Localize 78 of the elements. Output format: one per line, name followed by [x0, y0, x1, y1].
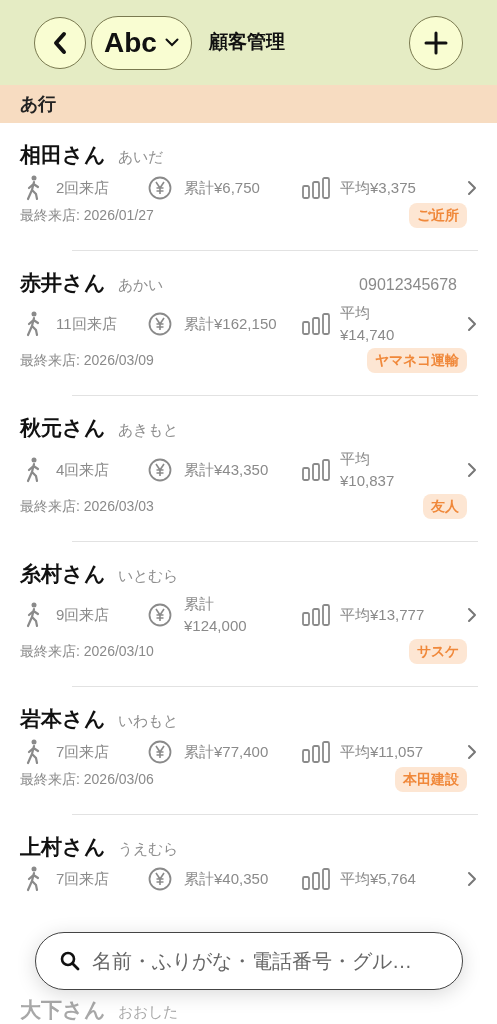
customer-name: 赤井さん	[20, 269, 106, 296]
visit-count: 11回来店	[56, 314, 118, 334]
customer-kana: あかい	[118, 274, 163, 295]
total-spent: 累計¥40,350	[184, 869, 270, 889]
bar-chart-icon	[302, 740, 330, 763]
total-spent: 累計¥77,400	[184, 741, 270, 762]
last-visit-date: 最終来店: 2026/03/03	[20, 496, 154, 516]
visit-count: 2回来店	[56, 177, 111, 198]
yen-icon	[148, 312, 172, 336]
average-spent: 平均¥11,057	[340, 741, 425, 762]
customer-name: 秋元さん	[20, 415, 106, 441]
last-visit-date: 最終来店: 2026/03/10	[20, 642, 154, 661]
chevron-right-icon	[467, 871, 477, 887]
bar-chart-icon	[302, 176, 330, 199]
customer-kana: あいだ	[118, 147, 163, 167]
bar-chart-icon	[302, 458, 330, 481]
walking-person-icon	[26, 174, 42, 201]
walking-person-icon	[26, 866, 42, 892]
last-visit-date: 最終来店: 2026/03/06	[20, 769, 154, 789]
add-button[interactable]	[409, 15, 463, 70]
walking-person-icon	[26, 456, 42, 483]
plus-icon	[424, 30, 448, 55]
group-tag: ご近所	[409, 202, 467, 228]
last-visit-date: 最終来店: 2026/01/27	[20, 205, 154, 225]
visit-count: 7回来店	[56, 869, 111, 889]
search-field[interactable]: 名前・ふりがな・電話番号・グル…	[35, 932, 463, 990]
section-title: あ行	[20, 92, 56, 116]
search-icon	[60, 951, 80, 971]
total-spent: 累計 ¥124,000	[184, 594, 248, 636]
chevron-right-icon	[467, 179, 477, 196]
walking-person-icon	[26, 602, 42, 628]
group-tag: サスケ	[409, 639, 467, 664]
group-tag: 本田建設	[395, 766, 467, 792]
average-spent: 平均¥5,764	[340, 869, 417, 889]
page-title: 顧客管理	[208, 30, 285, 55]
chevron-right-icon	[467, 461, 477, 478]
average-spent: 平均 ¥10,837	[340, 448, 396, 491]
customer-name: 相田さん	[20, 142, 106, 168]
yen-icon	[148, 867, 172, 891]
phone-number: 09012345678	[359, 274, 458, 295]
back-chevron-icon	[52, 30, 68, 55]
customer-kana: うえむら	[118, 838, 178, 859]
chevron-right-icon	[467, 316, 477, 332]
bar-chart-icon	[302, 604, 330, 626]
chevron-right-icon	[467, 743, 477, 760]
sort-menu-button[interactable]: Abc	[91, 15, 192, 70]
visit-count: 9回来店	[56, 605, 111, 625]
last-visit-date: 最終来店: 2026/03/09	[20, 351, 154, 370]
total-spent: 累計¥6,750	[184, 177, 261, 198]
customer-name: 大下さん	[20, 997, 106, 1023]
search-input[interactable]: 名前・ふりがな・電話番号・グル…	[92, 946, 438, 976]
customer-kana: おおした	[118, 1002, 178, 1022]
yen-icon	[148, 739, 172, 764]
average-spent: 平均¥3,375	[340, 177, 417, 198]
customer-kana: いわもと	[118, 711, 178, 731]
average-spent: 平均 ¥14,740	[340, 303, 396, 345]
caret-icon	[164, 38, 179, 47]
customer-name: 糸村さん	[20, 560, 106, 587]
customer-name: 岩本さん	[20, 706, 106, 732]
visit-count: 7回来店	[56, 741, 111, 762]
visit-count: 4回来店	[56, 459, 111, 480]
walking-person-icon	[26, 311, 42, 337]
customer-kana: いとむら	[118, 565, 178, 586]
group-tag: ヤマネコ運輸	[367, 348, 467, 373]
yen-icon	[148, 603, 172, 627]
customer-name: 上村さん	[20, 833, 106, 860]
walking-person-icon	[26, 738, 42, 765]
bar-chart-icon	[302, 868, 330, 890]
customer-kana: あきもと	[118, 420, 178, 440]
chevron-right-icon	[467, 607, 477, 623]
group-tag: 友人	[423, 493, 467, 519]
back-button[interactable]	[34, 16, 86, 69]
yen-icon	[148, 457, 172, 482]
yen-icon	[148, 175, 172, 200]
average-spent: 平均¥13,777	[340, 605, 426, 625]
total-spent: 累計¥162,150	[184, 314, 278, 334]
bar-chart-icon	[302, 313, 330, 335]
total-spent: 累計¥43,350	[184, 459, 270, 480]
